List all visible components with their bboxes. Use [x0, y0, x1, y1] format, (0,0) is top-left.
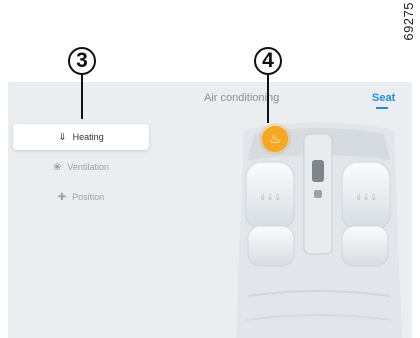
callout-3: 3 [68, 47, 96, 75]
move-arrows-icon: ✚ [57, 191, 67, 203]
seat-options-menu: ⇓ Heating ❀ Ventilation ✚ Position [13, 124, 149, 214]
climate-screen: ⇓ Heating ❀ Ventilation ✚ Position Air c… [8, 82, 412, 338]
seat-heat-icon: ♨ [269, 131, 281, 146]
menu-item-label: Position [72, 192, 105, 202]
left-seat[interactable]: ⇓⇓⇓ [245, 161, 295, 267]
right-seat[interactable]: ⇓⇓⇓ [341, 161, 391, 267]
svg-text:⇓⇓⇓: ⇓⇓⇓ [259, 193, 282, 203]
callout-number: 4 [262, 49, 274, 72]
menu-item-heating[interactable]: ⇓ Heating [13, 124, 149, 150]
callout-number: 3 [76, 49, 88, 72]
callout-4: 4 [254, 47, 282, 75]
menu-item-ventilation[interactable]: ❀ Ventilation [13, 154, 149, 180]
menu-item-label: Heating [72, 132, 104, 142]
svg-text:⇓⇓⇓: ⇓⇓⇓ [355, 193, 378, 203]
reference-code: 69275 [401, 2, 416, 41]
menu-item-position[interactable]: ✚ Position [13, 184, 149, 210]
heat-waves-icon: ⇓ [58, 131, 67, 143]
fan-icon: ❀ [53, 161, 62, 173]
seat-heating-button[interactable]: ♨ [262, 126, 288, 152]
active-tab-indicator [376, 107, 388, 109]
car-interior-illustration: ⇓⇓⇓ ⇓⇓⇓ [236, 122, 402, 338]
menu-item-label: Ventilation [67, 162, 109, 172]
callout-3-leader [81, 75, 83, 119]
tab-seat[interactable]: Seat [372, 92, 395, 104]
callout-4-leader [267, 75, 269, 123]
